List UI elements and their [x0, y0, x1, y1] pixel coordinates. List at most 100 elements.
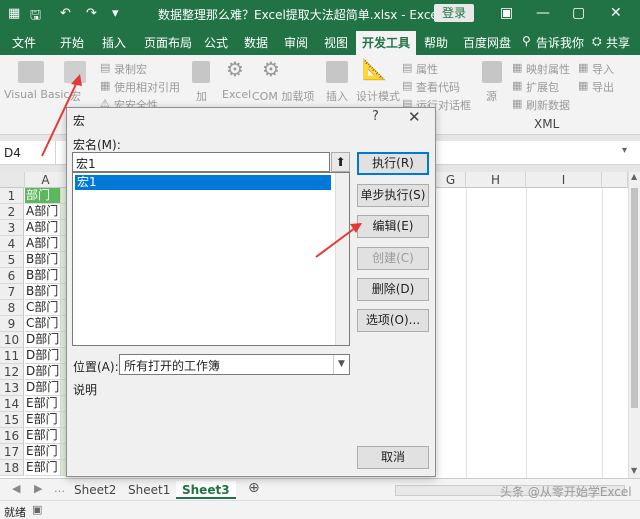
row-header[interactable]: 16 [0, 428, 24, 444]
row-header[interactable]: 12 [0, 364, 24, 380]
record-macro-button[interactable]: 录制宏 [114, 61, 147, 77]
create-button[interactable]: 创建(C) [357, 247, 429, 270]
row-header[interactable]: 5 [0, 252, 24, 268]
row-header[interactable]: 14 [0, 396, 24, 412]
cell-a[interactable]: C部门 [25, 300, 61, 316]
com-addins-button[interactable]: COM 加载项 [252, 88, 314, 104]
sheet-tab-sheet2[interactable]: Sheet2 [68, 481, 122, 499]
cell-a[interactable]: 部门 [25, 188, 61, 204]
column-header-g[interactable]: G [436, 172, 466, 188]
expansion-button[interactable]: 扩展包 [526, 79, 559, 95]
row-header[interactable]: 11 [0, 348, 24, 364]
expand-formula-icon[interactable]: ▾ [622, 145, 627, 156]
login-button[interactable]: 登录 [434, 4, 474, 22]
save-icon[interactable]: 🖫 [30, 6, 41, 28]
cell-a[interactable]: A部门 [25, 204, 61, 220]
properties-button[interactable]: 属性 [416, 61, 438, 77]
accessibility-icon[interactable]: ▣ [32, 503, 42, 516]
row-header[interactable]: 17 [0, 444, 24, 460]
cell-a[interactable]: E部门 [25, 412, 61, 428]
scroll-thumb[interactable] [631, 188, 638, 408]
cell-a[interactable]: B部门 [25, 268, 61, 284]
tab-insert[interactable]: 插入 [102, 34, 126, 51]
tab-help[interactable]: 帮助 [424, 34, 448, 51]
ref-up-icon[interactable]: ⬆ [331, 152, 350, 172]
run-button[interactable]: 执行(R) [357, 152, 429, 175]
cell-a[interactable]: E部门 [25, 460, 61, 476]
undo-icon[interactable]: ↶ [60, 6, 71, 21]
refresh-data-button[interactable]: 刷新数据 [526, 97, 570, 113]
sheet-tab-sheet3[interactable]: Sheet3 [176, 481, 236, 499]
cancel-button[interactable]: 取消 [357, 446, 429, 469]
cell-a[interactable]: D部门 [25, 380, 61, 396]
insert-control-button[interactable]: 插入 [326, 88, 348, 104]
import-button[interactable]: 导入 [592, 61, 614, 77]
cell-a[interactable]: A部门 [25, 236, 61, 252]
column-header-a[interactable]: A [25, 172, 67, 188]
options-button[interactable]: 选项(O)... [357, 309, 429, 332]
row-header[interactable]: 18 [0, 460, 24, 476]
list-scrollbar[interactable] [335, 173, 349, 345]
share-icon[interactable]: ⛭ [592, 34, 602, 49]
sheet-tab-sheet1[interactable]: Sheet1 [122, 481, 176, 499]
tab-formulas[interactable]: 公式 [204, 34, 228, 51]
cell-a[interactable]: E部门 [25, 428, 61, 444]
tab-view[interactable]: 视图 [324, 34, 348, 51]
more-sheets-icon[interactable]: … [54, 482, 65, 495]
cell-a[interactable]: D部门 [25, 364, 61, 380]
row-header[interactable]: 15 [0, 412, 24, 428]
source-button[interactable]: 源 [486, 88, 497, 104]
step-into-button[interactable]: 单步执行(S) [357, 184, 429, 207]
tab-share[interactable]: 共享 [606, 34, 630, 51]
row-header[interactable]: 7 [0, 284, 24, 300]
tab-tell-me[interactable]: 告诉我你 [536, 34, 584, 51]
list-item[interactable]: 宏1 [75, 175, 331, 190]
tab-baidu-netdisk[interactable]: 百度网盘 [463, 34, 511, 51]
prev-sheet-icon[interactable]: ◀ [12, 482, 20, 495]
vertical-scrollbar[interactable]: ▲ ▼ [628, 172, 640, 478]
close-icon[interactable]: ✕ [610, 5, 622, 21]
row-header[interactable]: 2 [0, 204, 24, 220]
tab-file[interactable]: 文件 [12, 34, 36, 51]
relative-ref-button[interactable]: 使用相对引用 [114, 79, 180, 95]
location-select[interactable]: 所有打开的工作簿 ▼ [119, 354, 350, 375]
macro-list[interactable]: 宏1 [72, 172, 350, 346]
chevron-down-icon[interactable]: ▼ [333, 355, 349, 374]
row-header[interactable]: 10 [0, 332, 24, 348]
help-icon[interactable]: ? [372, 109, 379, 124]
restore-icon[interactable]: ▢ [572, 5, 585, 21]
edit-button[interactable]: 编辑(E) [357, 215, 429, 238]
row-header[interactable]: 13 [0, 380, 24, 396]
cell-a[interactable]: B部门 [25, 252, 61, 268]
row-header[interactable]: 8 [0, 300, 24, 316]
cell-a[interactable]: E部门 [25, 396, 61, 412]
cell-a[interactable]: D部门 [25, 348, 61, 364]
scroll-up-icon[interactable]: ▲ [631, 172, 637, 181]
column-header-h[interactable]: H [466, 172, 526, 188]
redo-icon[interactable]: ↷ [86, 6, 97, 21]
tab-page-layout[interactable]: 页面布局 [144, 34, 192, 51]
cell-a[interactable]: C部门 [25, 316, 61, 332]
column-header-j[interactable] [602, 172, 628, 188]
tell-me-icon[interactable]: ⚲ [522, 34, 531, 48]
column-header-i[interactable]: I [526, 172, 602, 188]
map-props-button[interactable]: 映射属性 [526, 61, 570, 77]
customize-icon[interactable]: ▾ [112, 6, 119, 21]
add-sheet-icon[interactable]: ⊕ [248, 480, 260, 496]
minimize-icon[interactable]: — [536, 5, 550, 21]
next-sheet-icon[interactable]: ▶ [34, 482, 42, 495]
name-box[interactable]: D4 [0, 141, 56, 165]
row-header[interactable]: 9 [0, 316, 24, 332]
export-button[interactable]: 导出 [592, 79, 614, 95]
delete-button[interactable]: 删除(D) [357, 278, 429, 301]
add-ins-button[interactable]: 加 [196, 88, 207, 104]
cell-a[interactable]: B部门 [25, 284, 61, 300]
dialog-close-icon[interactable]: ✕ [408, 108, 421, 126]
select-all-corner[interactable] [0, 172, 25, 188]
design-mode-button[interactable]: 设计模式 [356, 88, 400, 104]
macro-button[interactable]: 宏 [70, 88, 81, 104]
tab-developer[interactable]: 开发工具 [356, 31, 417, 55]
row-header[interactable]: 1 [0, 188, 24, 204]
row-header[interactable]: 6 [0, 268, 24, 284]
visual-basic-button[interactable]: Visual Basic [4, 88, 69, 101]
